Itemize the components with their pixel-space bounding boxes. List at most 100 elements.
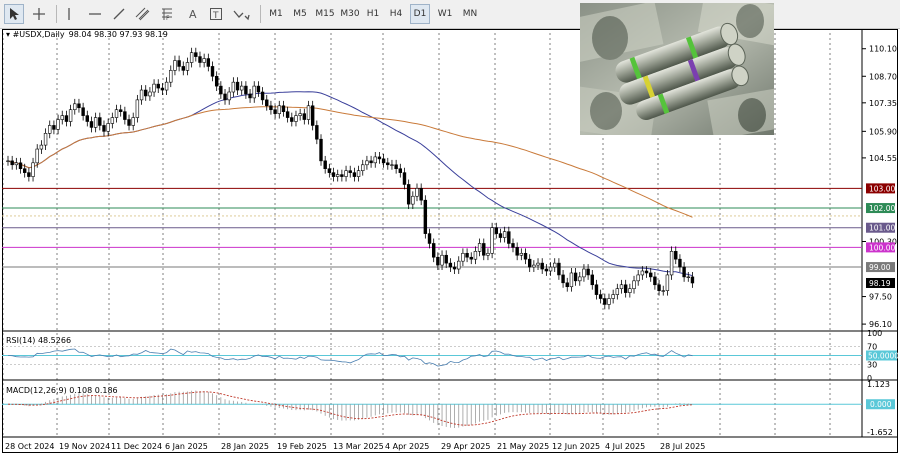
time-axis-label: 12 Jun 2025 [552, 442, 600, 451]
candle-body [181, 66, 185, 71]
candle-body [206, 58, 211, 67]
candle-body [323, 160, 327, 170]
candle-body [390, 164, 394, 166]
rsi-line [7, 348, 693, 367]
candle-body [127, 119, 131, 126]
candle-body [373, 156, 377, 164]
candle-body [210, 66, 215, 77]
candle-body [248, 93, 252, 99]
time-axis-label: 4 Apr 2025 [385, 442, 429, 451]
candle-body [477, 243, 482, 252]
candle-body [628, 288, 632, 293]
candle-body [265, 99, 269, 107]
candle-body [227, 91, 231, 101]
candle-body [482, 243, 486, 256]
candle-body [219, 85, 223, 95]
candle-body [35, 148, 39, 164]
rsi-axis-label: 100 [867, 329, 882, 338]
chart-title: ▾ #USDX,Daily 98.04 98.30 97.93 98.19 [6, 30, 168, 39]
price-tag-label: 103.00 [869, 184, 895, 193]
candle-body [315, 125, 319, 140]
candle-body [578, 276, 582, 282]
price-axis-label: 107.35 [869, 99, 897, 108]
candle-body [89, 121, 94, 128]
time-axis-label: 28 Jul 2025 [660, 442, 705, 451]
candle-body [661, 290, 665, 292]
candle-body [669, 251, 674, 276]
price-tag-label: 102.00 [869, 204, 895, 213]
candle-body [160, 87, 165, 91]
candle-body [665, 274, 670, 291]
candle-body [348, 170, 352, 173]
candle-body [573, 272, 578, 282]
candle-body [402, 172, 407, 185]
candle-body [448, 262, 453, 268]
candle-body [519, 252, 524, 256]
rsi-axis-label: 30 [867, 361, 877, 370]
candle-body [682, 266, 686, 278]
candle-body [532, 264, 536, 268]
candle-body [615, 288, 620, 295]
candle-body [544, 268, 549, 272]
candle-body [565, 282, 569, 288]
time-axis-label: 19 Nov 2024 [59, 442, 110, 451]
candle-body [118, 109, 123, 112]
candle-body [490, 227, 494, 254]
candle-body [189, 52, 194, 63]
candle-body [139, 89, 144, 101]
candle-body [14, 162, 19, 166]
macd-axis-label: -1.652 [867, 428, 893, 437]
candle-body [39, 144, 44, 150]
candle-body [594, 284, 599, 295]
candle-body [281, 105, 286, 112]
candle-body [502, 231, 507, 238]
candle-body [361, 164, 365, 171]
candle-body [632, 280, 636, 289]
candle-body [457, 260, 461, 270]
candle-body [177, 60, 181, 67]
candle-body [302, 113, 307, 120]
candle-body [156, 83, 160, 89]
candle-body [586, 268, 590, 276]
candle-body [68, 109, 73, 122]
candle-body [657, 284, 661, 291]
candle-body [110, 117, 115, 124]
candle-body [461, 252, 465, 262]
candle-body [611, 294, 615, 299]
candle-body [48, 125, 52, 134]
candle-body [511, 243, 515, 248]
price-axis-label: 108.70 [869, 72, 897, 81]
time-axis-label: 28 Oct 2024 [5, 442, 54, 451]
candle-body [231, 81, 236, 93]
ohlc-readout: 98.04 98.30 97.93 98.19 [69, 30, 168, 39]
candle-body [598, 294, 603, 299]
candle-body [607, 298, 611, 305]
candle-body [527, 258, 532, 268]
candle-body [582, 268, 586, 278]
candle-body [507, 231, 511, 244]
candle-body [144, 89, 148, 97]
dollar-bills-photo [580, 3, 774, 135]
candle-body [557, 262, 561, 276]
symbol-label: #USDX,Daily [13, 30, 65, 39]
candle-body [365, 160, 369, 166]
price-axis-label: 97.50 [869, 293, 892, 302]
candle-body [344, 170, 348, 177]
candle-body [427, 233, 432, 244]
candle-body [85, 115, 89, 122]
price-tag-label: 99.00 [869, 263, 891, 272]
candle-body [561, 274, 565, 284]
candle-body [619, 284, 624, 289]
candle-body [93, 117, 98, 128]
time-axis-label: 13 Mar 2025 [333, 442, 384, 451]
candle-body [377, 156, 382, 160]
candle-body [523, 252, 528, 260]
candle-body [240, 85, 244, 91]
candle-body [223, 93, 227, 101]
candle-body [43, 133, 48, 146]
time-axis-label: 21 May 2025 [497, 442, 549, 451]
candle-body [473, 251, 478, 260]
candle-body [18, 162, 23, 170]
candle-body [135, 99, 140, 118]
candle-body [56, 119, 60, 130]
